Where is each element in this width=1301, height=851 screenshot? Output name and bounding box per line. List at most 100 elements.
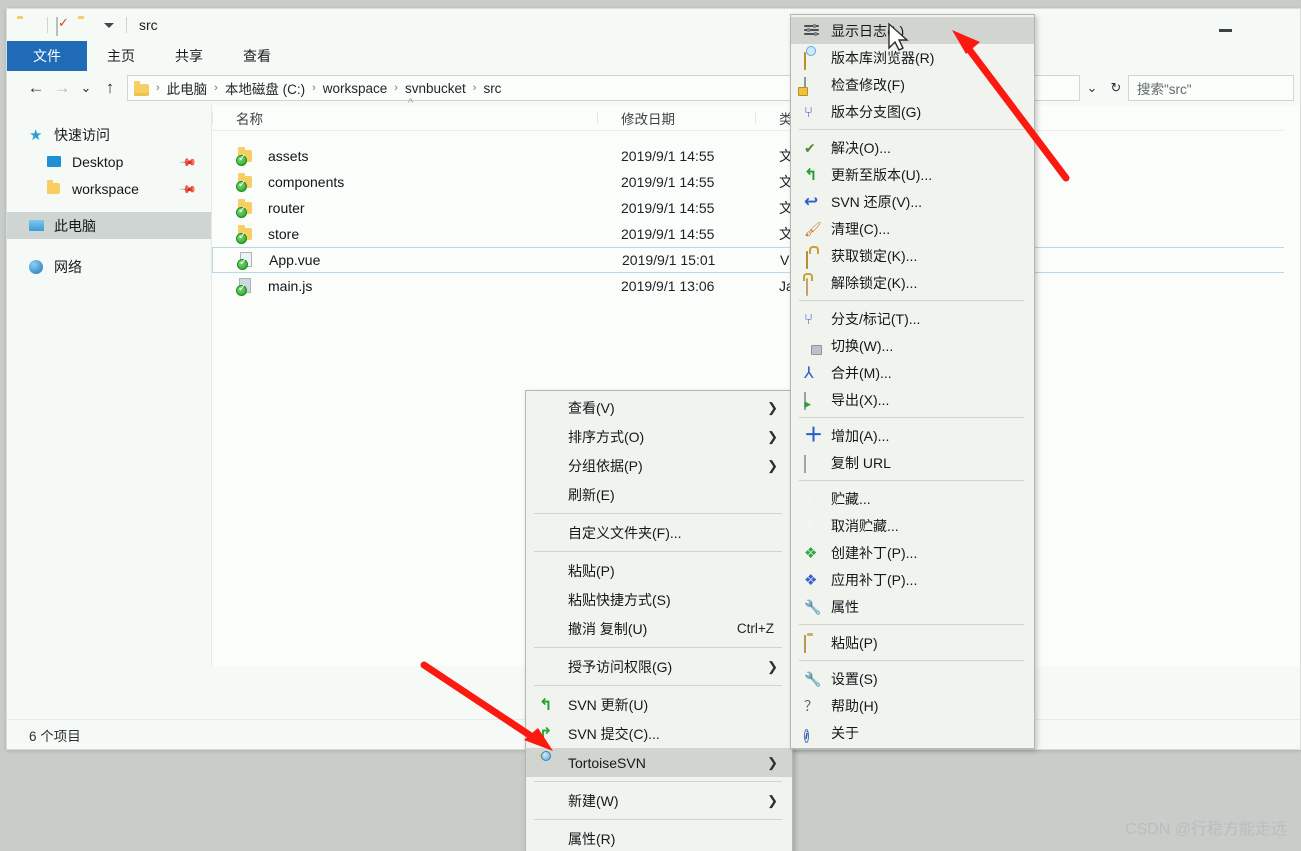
menu-item-stash[interactable]: 贮藏...: [791, 485, 1034, 512]
menu-item-unstash[interactable]: 取消贮藏...: [791, 512, 1034, 539]
table-row[interactable]: main.js 2019/9/1 13:06 Java: [212, 273, 1300, 299]
menu-item-resolve[interactable]: ✔ 解决(O)...: [791, 134, 1034, 161]
sidebar-item-network[interactable]: 网络: [7, 253, 211, 280]
menu-item-cleanup[interactable]: 🖌 清理(C)...: [791, 215, 1034, 242]
menu-item-repo-browser[interactable]: 版本库浏览器(R): [791, 44, 1034, 71]
menu-item-svn-update[interactable]: ↰ SVN 更新(U): [526, 690, 792, 719]
file-name-cell: main.js: [212, 277, 597, 296]
properties-icon[interactable]: [56, 17, 72, 36]
vertical-scrollbar[interactable]: [1284, 105, 1300, 666]
breadcrumb-item-4[interactable]: src: [483, 81, 501, 96]
tab-home[interactable]: 主页: [87, 41, 155, 71]
menu-item-check-modifications[interactable]: 检查修改(F): [791, 71, 1034, 98]
customize-caret-icon[interactable]: [104, 22, 114, 28]
export-icon: [804, 391, 820, 410]
column-header-name[interactable]: 名称: [212, 108, 597, 128]
tab-share[interactable]: 共享: [155, 41, 223, 71]
new-folder-icon[interactable]: [78, 17, 94, 33]
table-row[interactable]: components 2019/9/1 14:55 文件: [212, 169, 1300, 195]
menu-item-svn-commit[interactable]: ↱ SVN 提交(C)...: [526, 719, 792, 748]
sidebar-item-this-pc[interactable]: 此电脑: [7, 212, 211, 239]
menu-item-label: SVN 还原(V)...: [831, 193, 923, 210]
column-header-date[interactable]: 修改日期: [597, 108, 755, 128]
menu-item-revision-graph[interactable]: ⑂ 版本分支图(G): [791, 98, 1034, 125]
menu-item-svn-revert[interactable]: ↩ SVN 还原(V)...: [791, 188, 1034, 215]
menu-item-label: 属性: [831, 598, 859, 615]
menu-item-customize-folder[interactable]: 自定义文件夹(F)...: [526, 518, 792, 547]
up-button[interactable]: ↑: [97, 75, 123, 101]
menu-item-label: 粘贴快捷方式(S): [568, 591, 671, 608]
table-row-selected[interactable]: App.vue 2019/9/1 15:01 VUE: [212, 247, 1300, 273]
refresh-icon[interactable]: ↻: [1104, 75, 1128, 101]
column-headers: ^ 名称 修改日期 类型: [212, 97, 1300, 131]
menu-item-paste-shortcut[interactable]: 粘贴快捷方式(S): [526, 585, 792, 614]
recent-locations-button[interactable]: ⌄: [75, 75, 97, 101]
menu-item-sort-by[interactable]: 排序方式(O) ❯: [526, 422, 792, 451]
minimize-button[interactable]: [1219, 29, 1232, 32]
menu-item-about[interactable]: i 关于: [791, 719, 1034, 746]
menu-item-view[interactable]: 查看(V) ❯: [526, 393, 792, 422]
file-name-label: App.vue: [269, 252, 321, 268]
menu-item-help[interactable]: ？ 帮助(H): [791, 692, 1034, 719]
menu-item-label: 新建(W): [568, 792, 619, 809]
menu-item-label: 增加(A)...: [831, 427, 890, 444]
menu-item-release-lock[interactable]: 解除锁定(K)...: [791, 269, 1034, 296]
back-button[interactable]: ←: [23, 75, 49, 101]
file-name-label: components: [268, 174, 345, 190]
menu-item-undo-copy[interactable]: 撤消 复制(U) Ctrl+Z: [526, 614, 792, 643]
breadcrumb-item-0[interactable]: 此电脑: [167, 78, 208, 98]
menu-item-get-lock[interactable]: 获取锁定(K)...: [791, 242, 1034, 269]
sidebar-item-desktop[interactable]: Desktop 📌: [7, 148, 211, 175]
paste-icon: [804, 634, 820, 653]
menu-item-new[interactable]: 新建(W) ❯: [526, 786, 792, 815]
menu-item-apply-patch[interactable]: ❖ 应用补丁(P)...: [791, 566, 1034, 593]
breadcrumb-item-2[interactable]: workspace: [323, 81, 388, 96]
menu-item-label: 查看(V): [568, 399, 615, 416]
table-row[interactable]: assets 2019/9/1 14:55 文件: [212, 143, 1300, 169]
menu-item-paste[interactable]: 粘贴(P): [791, 629, 1034, 656]
tab-view[interactable]: 查看: [223, 41, 291, 71]
menu-item-label: 刷新(E): [568, 486, 615, 503]
pin-icon[interactable]: 📌: [179, 153, 198, 172]
menu-item-properties[interactable]: 属性(R): [526, 824, 792, 851]
menu-item-create-patch[interactable]: ❖ 创建补丁(P)...: [791, 539, 1034, 566]
table-row[interactable]: store 2019/9/1 14:55 文件: [212, 221, 1300, 247]
resolve-icon: ✔: [804, 139, 816, 156]
breadcrumb-item-1[interactable]: 本地磁盘 (C:): [225, 78, 305, 98]
stash-icon: [804, 491, 820, 507]
menu-item-settings[interactable]: 🔧 设置(S): [791, 665, 1034, 692]
menu-item-branch-tag[interactable]: ⑂ 分支/标记(T)...: [791, 305, 1034, 332]
menu-item-copy-url[interactable]: 复制 URL: [791, 449, 1034, 476]
address-bar: ← → ⌄ ↑ › 此电脑 › 本地磁盘 (C:) › workspace › …: [7, 71, 1300, 105]
sidebar-item-quick-access[interactable]: ★ 快速访问: [7, 121, 211, 148]
menu-item-paste[interactable]: 粘贴(P): [526, 556, 792, 585]
menu-item-update-to-revision[interactable]: ↰ 更新至版本(U)...: [791, 161, 1034, 188]
menu-item-accelerator: Ctrl+Z: [736, 621, 774, 636]
search-input[interactable]: 搜索"src": [1128, 75, 1294, 101]
menu-item-group-by[interactable]: 分组依据(P) ❯: [526, 451, 792, 480]
menu-item-label: SVN 提交(C)...: [568, 725, 660, 742]
menu-item-properties[interactable]: 🔧 属性: [791, 593, 1034, 620]
menu-item-refresh[interactable]: 刷新(E): [526, 480, 792, 509]
menu-separator: [799, 129, 1024, 130]
menu-item-add[interactable]: ＋ 增加(A)...: [791, 422, 1034, 449]
folder-svn-icon: [236, 173, 258, 192]
menu-item-label: 版本库浏览器(R): [831, 49, 935, 66]
menu-separator: [799, 624, 1024, 625]
table-row[interactable]: router 2019/9/1 14:55 文件: [212, 195, 1300, 221]
forward-button[interactable]: →: [49, 75, 75, 101]
menu-item-give-access-to[interactable]: 授予访问权限(G) ❯: [526, 652, 792, 681]
about-icon: i: [804, 728, 810, 743]
menu-item-tortoisesvn[interactable]: TortoiseSVN ❯: [526, 748, 792, 777]
folder-icon: [17, 17, 33, 33]
menu-item-switch[interactable]: 切换(W)...: [791, 332, 1034, 359]
menu-item-merge[interactable]: ⅄ 合并(M)...: [791, 359, 1034, 386]
address-history-caret-icon[interactable]: ⌄: [1080, 75, 1104, 101]
breadcrumb-item-3[interactable]: svnbucket: [405, 81, 466, 96]
menu-item-export[interactable]: 导出(X)...: [791, 386, 1034, 413]
tab-file[interactable]: 文件: [7, 41, 87, 71]
menu-item-label: 属性(R): [568, 830, 616, 847]
menu-item-show-log[interactable]: 显示日志(L): [791, 17, 1034, 44]
pin-icon[interactable]: 📌: [179, 180, 198, 199]
sidebar-item-workspace[interactable]: workspace 📌: [7, 175, 211, 202]
